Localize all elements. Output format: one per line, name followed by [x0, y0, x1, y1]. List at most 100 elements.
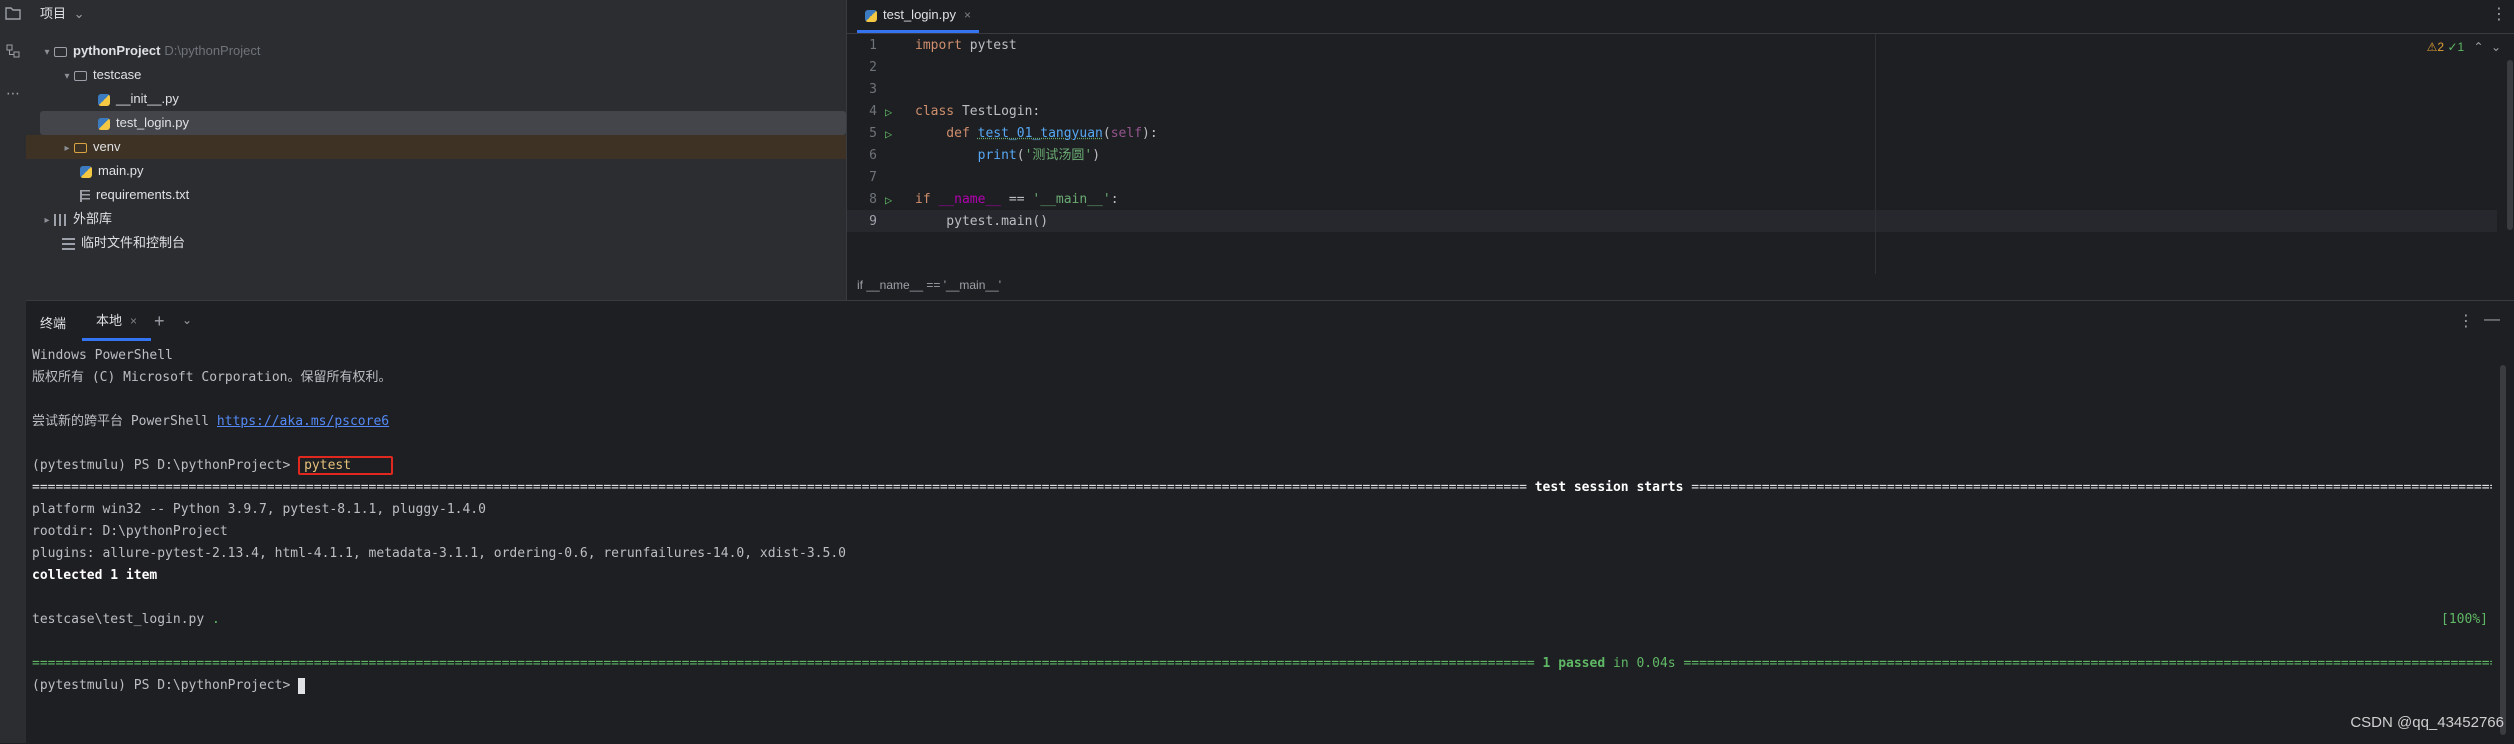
tree-item-test-login-py[interactable]: test_login.py	[40, 111, 846, 135]
code-text[interactable]: print('测试汤圆')	[915, 145, 1100, 167]
progress-percent: [100%]	[2441, 612, 2488, 627]
tree-item-scratches[interactable]: 临时文件和控制台	[26, 231, 882, 255]
code-line[interactable]: 3	[847, 79, 2514, 101]
tree-item-label: pythonProject	[73, 43, 161, 58]
editor-scrollbar[interactable]	[2507, 60, 2513, 230]
code-line-current[interactable]: 9 pytest.main()	[847, 211, 2514, 233]
tree-item-label: 临时文件和控制台	[81, 235, 186, 250]
passed-count: 1 passed	[1542, 656, 1606, 671]
code-line[interactable]: 7	[847, 167, 2514, 189]
more-vertical-icon[interactable]: ⋮	[2491, 4, 2507, 24]
tree-item-venv[interactable]: ▸ venv	[26, 135, 880, 159]
close-icon[interactable]: ×	[964, 8, 971, 22]
self-param: self	[1110, 126, 1142, 141]
terminal-line: 尝试新的跨平台 PowerShell https://aka.ms/pscore…	[32, 411, 2492, 433]
tree-item-label: requirements.txt	[96, 187, 190, 202]
code-line[interactable]: 8 ▷ if __name__ == '__main__':	[847, 189, 2514, 211]
passed-time: in 0.04s	[1605, 656, 1684, 671]
chevron-right-icon[interactable]: ▸	[40, 209, 54, 233]
code-line[interactable]: 1 import pytest	[847, 35, 2514, 57]
test-dot: .	[212, 612, 220, 627]
tree-item-label: test_login.py	[116, 115, 189, 130]
keyword: import	[915, 38, 962, 53]
chevron-down-icon[interactable]: ⌄	[182, 313, 192, 327]
terminal-line: collected 1 item	[32, 568, 158, 583]
folder-icon	[74, 142, 87, 153]
prompt: (pytestmulu) PS D:\pythonProject>	[32, 458, 299, 473]
terminal-line: 版权所有 (C) Microsoft Corporation。保留所有权利。	[32, 370, 392, 385]
keyword: class	[915, 104, 955, 119]
code-line[interactable]: 4 ▷ class TestLogin:	[847, 101, 2514, 123]
separator: ========================================…	[1683, 656, 2492, 671]
keyword: if	[915, 192, 931, 207]
line-number: 4	[869, 104, 877, 119]
code-line[interactable]: 2	[847, 57, 2514, 79]
run-icon[interactable]: ▷	[885, 101, 892, 123]
chevron-down-icon[interactable]: ▾	[40, 41, 54, 65]
terminal-line: plugins: allure-pytest-2.13.4, html-4.1.…	[32, 546, 846, 561]
project-header[interactable]: 项目 ⌄	[26, 0, 846, 28]
add-icon[interactable]: +	[154, 311, 165, 332]
tree-item-external-libraries[interactable]: ▸ 外部库	[26, 207, 860, 231]
string-literal: '__main__'	[1032, 192, 1111, 207]
run-icon[interactable]: ▷	[885, 189, 892, 211]
string-literal: '测试汤圆'	[1024, 148, 1093, 163]
terminal-line: ========================================…	[32, 653, 2492, 675]
punct: ):	[1142, 126, 1158, 141]
line-number: 5	[869, 126, 877, 141]
line-number: 6	[869, 148, 877, 163]
folder-icon	[74, 70, 87, 81]
pscore-link[interactable]: https://aka.ms/pscore6	[217, 414, 389, 429]
chevron-down-icon[interactable]: ⌄	[74, 6, 85, 21]
chevron-right-icon[interactable]: ▸	[60, 137, 74, 161]
chevron-down-icon[interactable]: ▾	[60, 65, 74, 89]
command-text: pytest	[298, 456, 394, 475]
tab-local[interactable]: 本地 ×	[82, 301, 152, 341]
terminal-line: (pytestmulu) PS D:\pythonProject>	[32, 675, 2492, 697]
tree-item-pythonproject[interactable]: ▾ pythonProject D:\pythonProject	[26, 39, 860, 63]
dunder-name: __name__	[930, 192, 1002, 207]
line-number: 1	[869, 38, 877, 53]
folder-icon	[54, 46, 67, 57]
code-text[interactable]: class TestLogin:	[915, 101, 1040, 123]
structure-icon[interactable]	[4, 44, 22, 62]
more-vertical-icon[interactable]: ⋮	[2458, 311, 2474, 331]
code-text[interactable]: pytest.main()	[915, 211, 1048, 233]
identifier: pytest	[961, 38, 1017, 53]
tree-item-testcase[interactable]: ▾ testcase	[26, 63, 880, 87]
code-line[interactable]: 6 print('测试汤圆')	[847, 145, 2514, 167]
terminal-line: platform win32 -- Python 3.9.7, pytest-8…	[32, 502, 486, 517]
project-title: 项目	[40, 6, 67, 21]
run-icon[interactable]: ▷	[885, 123, 892, 145]
line-text: 尝试新的跨平台 PowerShell	[32, 414, 217, 429]
tab-test-login-py[interactable]: test_login.py ×	[857, 0, 980, 33]
close-icon[interactable]: ×	[130, 314, 137, 328]
breadcrumb[interactable]: if __name__ == '__main__'	[857, 278, 1001, 292]
punct: )	[1092, 148, 1101, 163]
terminal-tab-bar: 终端 本地 × + ⌄ ⋮ —	[26, 301, 2514, 341]
session-title: test session starts	[1534, 480, 1684, 495]
editor-tab-bar: test_login.py × ⋮	[847, 0, 2514, 34]
tab-label: 本地	[96, 313, 123, 328]
terminal-scrollbar[interactable]	[2500, 365, 2506, 735]
code-text[interactable]: if __name__ == '__main__':	[915, 189, 1119, 211]
project-panel: 项目 ⌄ ▾ pythonProject D:\pythonProject ▾ tes…	[26, 0, 880, 300]
tree-item-label: main.py	[98, 163, 144, 178]
folder-icon[interactable]	[4, 6, 22, 24]
scratches-icon	[62, 237, 75, 250]
code-text[interactable]: import pytest	[915, 35, 1017, 57]
line-number: 9	[869, 214, 877, 229]
tree-item-requirements[interactable]: requirements.txt	[26, 183, 900, 207]
code-line[interactable]: 5 ▷ def test_01_tangyuan(self):	[847, 123, 2514, 145]
code-text[interactable]: def test_01_tangyuan(self):	[915, 123, 1158, 145]
minimize-icon[interactable]: —	[2484, 311, 2500, 329]
editor: test_login.py × ⋮ ⚠2 ✓1 ⌃ ⌄ 1 import pyte…	[846, 0, 2514, 300]
text-file-icon	[80, 189, 90, 202]
tree-item-main-py[interactable]: main.py	[26, 159, 900, 183]
more-icon[interactable]: ⋯	[4, 84, 22, 102]
terminal-line: Windows PowerShell	[32, 348, 173, 363]
tree-item-init-py[interactable]: __init__.py	[26, 87, 918, 111]
python-file-icon	[80, 165, 92, 178]
python-file-icon	[865, 9, 877, 22]
